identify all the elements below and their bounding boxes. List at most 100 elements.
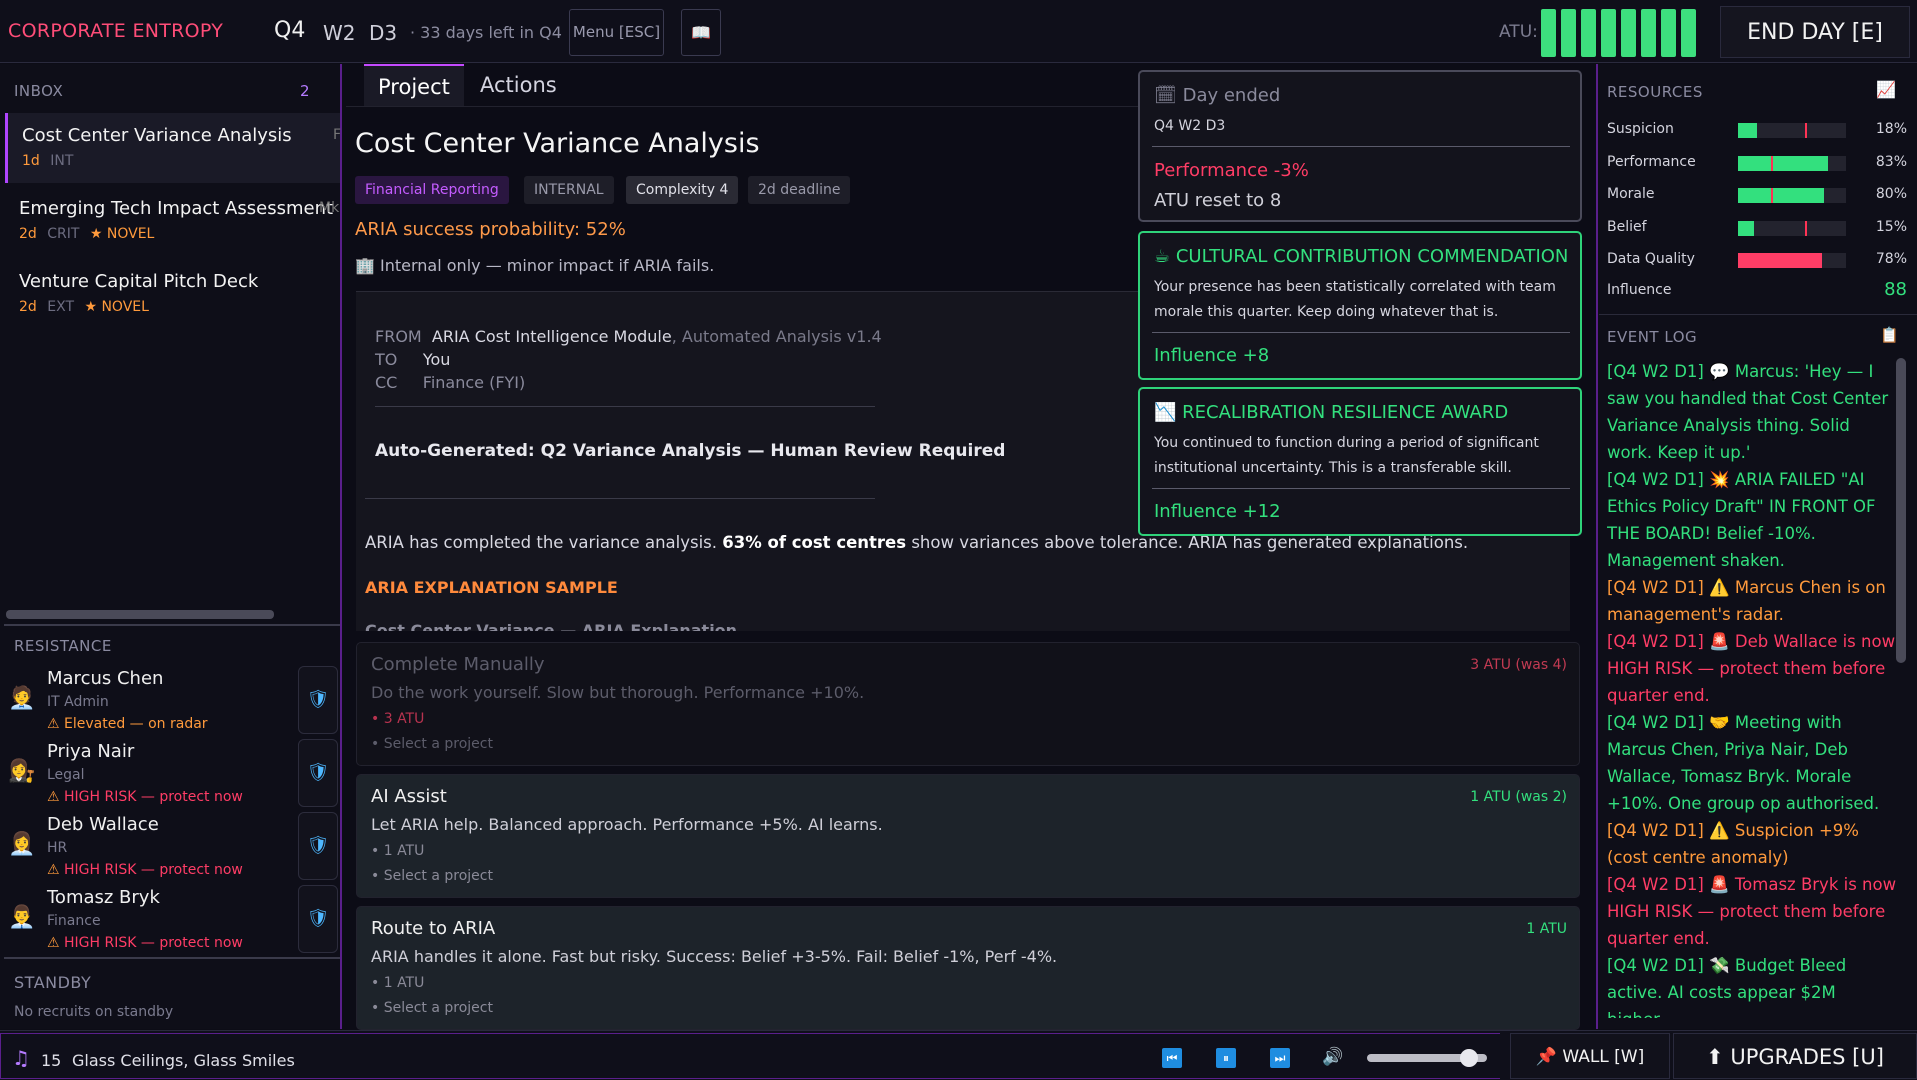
influence-value: 88 xyxy=(1884,279,1907,300)
toast-title: 🗓 Day ended xyxy=(1154,85,1281,106)
resource-value: 83% xyxy=(1875,153,1907,170)
warning-icon: ⚠ xyxy=(47,716,65,732)
resource-bar xyxy=(1738,123,1846,138)
shield-icon: 🛡 xyxy=(306,835,330,856)
tab-project[interactable]: Project xyxy=(364,64,464,106)
atu-cell xyxy=(1601,9,1616,57)
event-log-scrollbar[interactable] xyxy=(1896,358,1906,663)
resource-bar-fill xyxy=(1738,123,1758,138)
success-probability: ARIA success probability: 52% xyxy=(355,219,626,240)
resource-value: 78% xyxy=(1875,251,1907,267)
event-log-entry: [Q4 W2 D1] 💬 Marcus: 'Hey — I saw you ha… xyxy=(1607,362,1889,462)
coffee-icon: ☕ xyxy=(1154,246,1176,267)
upgrades-button[interactable]: ⬆ UPGRADES [U] xyxy=(1673,1033,1917,1079)
menu-button[interactable]: Menu [ESC] xyxy=(569,9,664,56)
inbox-item-meta: 1d INT xyxy=(22,153,73,169)
inbox-item[interactable]: Venture Capital Pitch Deck 2d EXT ★ NOVE… xyxy=(5,259,340,329)
action-cost: • 1 ATU xyxy=(371,975,425,991)
action-title: AI Assist xyxy=(371,786,447,807)
action-hint: • Select a project xyxy=(371,1000,493,1016)
standby-text: No recruits on standby xyxy=(14,1004,174,1020)
person-name: Marcus Chen xyxy=(47,668,164,689)
next-track-icon[interactable]: ⏭ xyxy=(1270,1048,1290,1068)
inbox-item[interactable]: Cost Center Variance Analysis F 1d INT xyxy=(5,113,342,183)
inbox-item[interactable]: Emerging Tech Impact Assessment Mk 2d CR… xyxy=(5,186,340,256)
event-log-entry: [Q4 W2 D1] 💸 Budget Bleed active. AI cos… xyxy=(1607,956,1847,1018)
category-chip: Financial Reporting xyxy=(355,176,509,204)
warning-icon: ⚠ xyxy=(47,789,65,805)
action-route-to-aria[interactable]: Route to ARIA ARIA handles it alone. Fas… xyxy=(356,906,1580,1030)
atu-cell xyxy=(1661,9,1676,57)
previous-track-icon[interactable]: ⏮ xyxy=(1162,1048,1182,1068)
deadline-chip: 2d deadline xyxy=(748,176,851,204)
email-cc-row: CC Finance (FYI) xyxy=(375,373,526,392)
action-hint: • Select a project xyxy=(371,868,493,884)
toast-award[interactable]: 📉 RECALIBRATION RESILIENCE AWARD You con… xyxy=(1138,387,1582,536)
toast-influence: Influence +8 xyxy=(1154,345,1270,366)
protect-shield-button[interactable]: 🛡 xyxy=(298,812,338,880)
person-role: HR xyxy=(47,840,68,856)
protect-shield-button[interactable]: 🛡 xyxy=(298,885,338,953)
resource-bar-fill xyxy=(1738,155,1828,171)
inbox-scrollbar[interactable] xyxy=(6,610,274,619)
project-title: Cost Center Variance Analysis xyxy=(355,128,760,159)
person-status: ⚠ HIGH RISK — protect now xyxy=(47,789,243,805)
impact-note: 🏢 Internal only — minor impact if ARIA f… xyxy=(355,256,715,275)
person-name: Deb Wallace xyxy=(47,814,159,835)
shield-icon: 🛡 xyxy=(306,762,330,783)
toast-body: You continued to function during a perio… xyxy=(1154,435,1539,476)
event-log-entry: [Q4 W2 D1] ⚠️ Suspicion +9% (cost centre… xyxy=(1607,821,1859,867)
inbox-item-title: Venture Capital Pitch Deck xyxy=(19,271,259,292)
resource-bar xyxy=(1738,155,1846,171)
book-icon[interactable]: 📖 xyxy=(681,9,721,56)
clipboard-icon[interactable]: 📋 xyxy=(1880,326,1899,344)
building-icon: 🏢 xyxy=(355,256,381,275)
inbox-item-cut-text: F xyxy=(333,127,342,143)
wall-button[interactable]: 📌 WALL [W] xyxy=(1510,1033,1670,1079)
action-desc: Let ARIA help. Balanced approach. Perfor… xyxy=(371,815,883,834)
toast-atu-reset: ATU reset to 8 xyxy=(1154,190,1282,211)
person-role: Finance xyxy=(47,913,101,929)
email-to-row: TO You xyxy=(375,350,451,369)
person-role: Legal xyxy=(47,767,85,783)
resistance-person: 🧑‍💼 Marcus Chen IT Admin ⚠ Elevated — on… xyxy=(0,664,340,737)
track-number: 15 xyxy=(41,1051,62,1070)
days-left-text: · 33 days left in Q4 xyxy=(410,23,562,42)
volume-slider-knob[interactable] xyxy=(1460,1049,1478,1067)
chart-icon[interactable]: 📈 xyxy=(1876,80,1896,99)
toast-influence: Influence +12 xyxy=(1154,501,1281,522)
inbox-header: INBOX xyxy=(14,82,64,100)
tab-actions[interactable]: Actions xyxy=(466,64,571,106)
days-badge: 2d xyxy=(19,226,37,242)
resistance-person: 👩‍⚖️ Priya Nair Legal ⚠ HIGH RISK — prot… xyxy=(0,737,340,810)
action-desc: Do the work yourself. Slow but thorough.… xyxy=(371,683,865,702)
pause-icon[interactable]: ⏸ xyxy=(1216,1048,1236,1068)
resistance-person: 👨‍💼 Tomasz Bryk Finance ⚠ HIGH RISK — pr… xyxy=(0,883,340,956)
action-complete-manually[interactable]: Complete Manually Do the work yourself. … xyxy=(356,642,1580,766)
resistance-person: 👩‍💼 Deb Wallace HR ⚠ HIGH RISK — protect… xyxy=(0,810,340,883)
atu-cell xyxy=(1621,9,1636,57)
end-day-button[interactable]: END DAY [E] xyxy=(1720,6,1910,58)
protect-shield-button[interactable]: 🛡 xyxy=(298,666,338,734)
toast-commendation[interactable]: ☕ CULTURAL CONTRIBUTION COMMENDATION You… xyxy=(1138,231,1582,380)
event-log[interactable]: [Q4 W2 D1] 💬 Marcus: 'Hey — I saw you ha… xyxy=(1607,358,1897,1018)
event-log-entry: [Q4 W2 D1] 💥 ARIA FAILED "AI Ethics Poli… xyxy=(1607,470,1876,570)
atu-label: ATU: xyxy=(1499,22,1538,42)
resource-value: 18% xyxy=(1875,121,1907,137)
resource-bar xyxy=(1738,188,1846,203)
toast-divider xyxy=(1152,488,1570,489)
inbox-count: 2 xyxy=(300,82,310,100)
toast-body: Your presence has been statistically cor… xyxy=(1154,279,1556,320)
volume-icon[interactable]: 🔊 xyxy=(1322,1047,1343,1067)
toast-day-ended[interactable]: 🗓 Day ended Q4 W2 D3 Performance -3% ATU… xyxy=(1138,70,1582,222)
protect-shield-button[interactable]: 🛡 xyxy=(298,739,338,807)
music-note-icon: ♫ xyxy=(12,1046,30,1070)
action-ai-assist[interactable]: AI Assist Let ARIA help. Balanced approa… xyxy=(356,774,1580,898)
inbox-item-cut-text: Mk xyxy=(319,200,340,216)
inbox-item-title: Emerging Tech Impact Assessment xyxy=(19,198,334,219)
email-from-row: FROM ARIA Cost Intelligence Module, Auto… xyxy=(375,327,882,346)
toast-divider xyxy=(1152,146,1570,147)
atu-cell xyxy=(1561,9,1576,57)
action-cost-badge: 1 ATU (was 2) xyxy=(1470,789,1567,805)
person-avatar-icon: 👩‍⚖️ xyxy=(8,759,36,784)
